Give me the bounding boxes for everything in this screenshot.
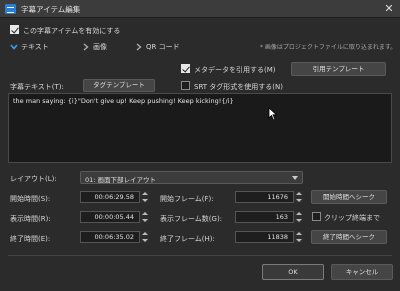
layout-label: レイアウト(L): [10,175,57,183]
end-time-label: 終了時間(E): [10,235,51,243]
display-time-spinner[interactable] [139,211,149,223]
start-time-spinner[interactable] [139,191,149,203]
chevron-right-icon[interactable] [135,43,143,51]
metadata-label[interactable]: メタデータを引用する(M) [194,65,276,75]
clip-end-checkbox[interactable] [312,212,321,221]
end-frame-label: 終了フレーム(H): [160,235,215,243]
chevron-down-icon[interactable] [10,43,18,51]
start-time-label: 開始時間(S): [10,195,51,203]
enable-item-checkbox[interactable] [10,25,19,34]
tag-template-button[interactable]: タグテンプレート [83,79,155,92]
close-button[interactable]: ✕ [382,2,396,16]
chevron-right-icon[interactable] [82,43,90,51]
display-frames-label: 表示フレーム数(G): [160,215,223,223]
cancel-button[interactable]: キャンセル [331,264,393,280]
srt-tag-label[interactable]: SRT タグ形式を使用する(N) [194,82,283,92]
srt-tag-checkbox[interactable] [181,81,190,90]
display-frames-spinner[interactable] [293,211,303,223]
quote-template-button[interactable]: 引用テンプレート [291,62,386,76]
start-frame-label: 開始フレーム(F): [160,195,214,203]
ok-button[interactable]: OK [262,264,324,280]
clip-end-label[interactable]: クリップ終端まで [324,213,380,223]
enable-item-label[interactable]: この字幕アイテムを有効にする [23,26,120,36]
layout-select[interactable]: 01: 画面下部レイアウト [80,171,303,184]
seek-end-button[interactable]: 終了時間へシーク [311,230,387,244]
subtitle-text-input[interactable]: the man saying: {i}"Don't give up! Keep … [8,93,392,163]
import-hint: * 画像はプロジェクトファイルに取り込まれます。 [260,44,397,51]
tab-qr-code[interactable]: QR コード [146,42,180,52]
layout-select-value: 01: 画面下部レイアウト [85,176,157,184]
metadata-checkbox[interactable] [181,64,190,73]
seek-start-button[interactable]: 開始時間へシーク [311,190,387,204]
subtitle-text-label: 字幕テキスト(T): [10,83,64,91]
display-time-label: 表示時間(R): [10,215,51,223]
start-frame-spinner[interactable] [293,191,303,203]
divider [8,255,392,256]
end-time-spinner[interactable] [139,231,149,243]
tab-image[interactable]: 画像 [93,42,107,52]
tab-text[interactable]: テキスト [21,42,49,52]
end-frame-spinner[interactable] [293,231,303,243]
subtitle-app-icon [5,4,16,14]
dropdown-arrow-icon [292,176,298,180]
window-title: 字幕アイテム編集 [21,5,81,14]
mouse-cursor-icon [268,107,278,121]
